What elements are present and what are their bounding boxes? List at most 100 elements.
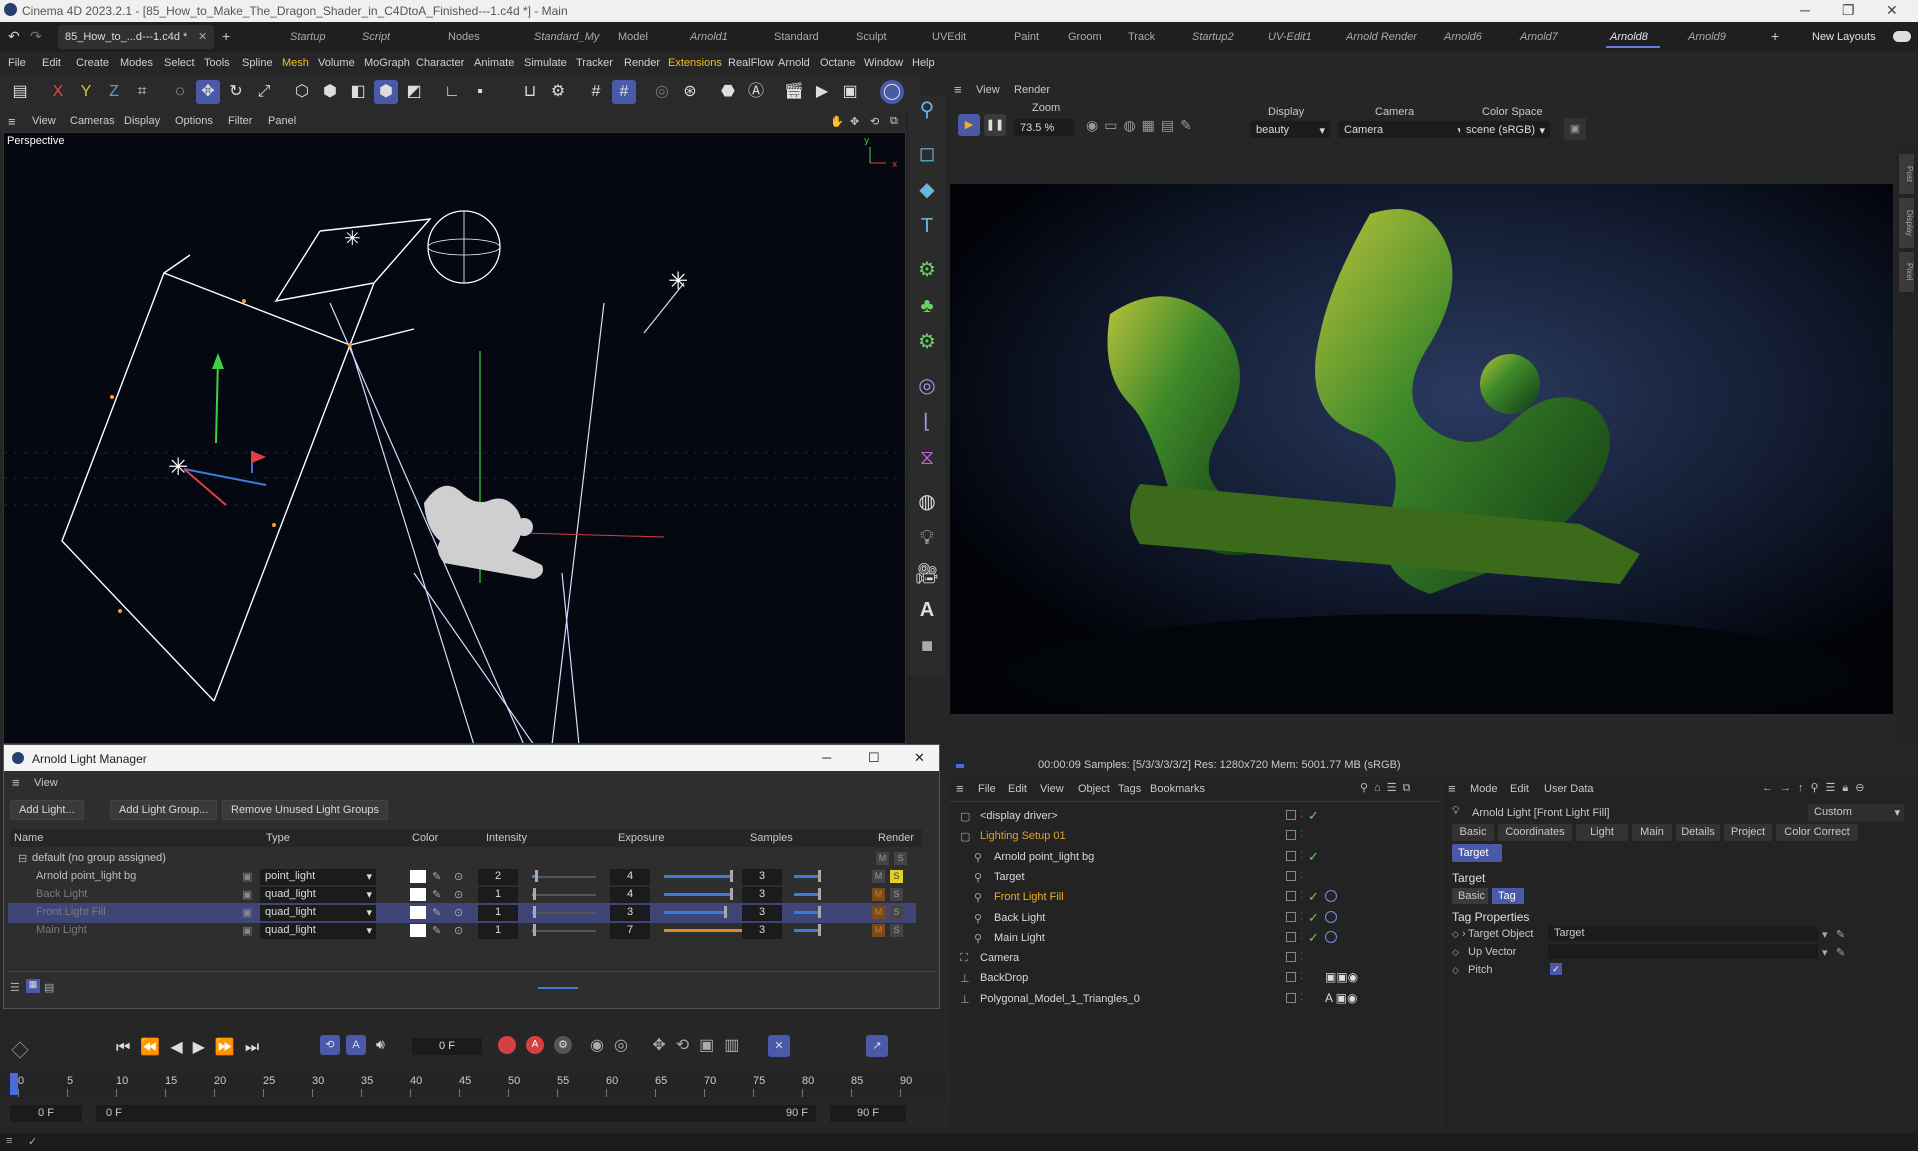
link-dropdown-icon[interactable]: ▾ xyxy=(1822,946,1828,959)
edges-mode-icon[interactable]: ⬢ xyxy=(318,80,342,104)
mute-toggle[interactable]: M xyxy=(872,870,885,883)
menu-edit[interactable]: Edit xyxy=(42,57,61,69)
pixel-tab[interactable]: Pixel xyxy=(1899,252,1914,292)
playback-controls[interactable]: ⏮⏪◀▶⏩⏭ xyxy=(116,1037,269,1057)
menu-octane[interactable]: Octane xyxy=(820,57,855,69)
solo-toggle[interactable]: S xyxy=(890,888,903,901)
expand-color-icon[interactable]: ⊙ xyxy=(454,924,463,937)
add-light-button[interactable]: Add Light... xyxy=(10,800,84,820)
layout-tab-startup2[interactable]: Startup2 xyxy=(1192,31,1234,43)
mute-toggle[interactable]: M xyxy=(872,906,885,919)
light-color-swatch[interactable] xyxy=(410,888,426,901)
render-settings-icon[interactable]: ▤ xyxy=(8,80,32,104)
end-frame-field[interactable]: 90 F xyxy=(830,1105,906,1122)
attr-tab-color-correct[interactable]: Color Correct xyxy=(1776,824,1858,841)
expand-icon[interactable]: › xyxy=(1462,928,1466,940)
target-tag-icon[interactable] xyxy=(1325,910,1337,923)
viewport-menu-panel[interactable]: Panel xyxy=(268,115,296,127)
layout-tab-arnold7[interactable]: Arnold7 xyxy=(1520,31,1558,43)
viewport-menu-filter[interactable]: Filter xyxy=(228,115,252,127)
solo-toggle[interactable]: S xyxy=(890,870,903,883)
fcurve-icon[interactable]: ↗ xyxy=(866,1035,888,1057)
visibility-dots[interactable]: ⁚ xyxy=(1300,870,1303,881)
attr-menu-mode[interactable]: Mode xyxy=(1470,783,1498,795)
layout-tab-paint[interactable]: Paint xyxy=(1014,31,1039,43)
om-menu-icon[interactable]: ≡ xyxy=(956,781,964,796)
menu-file[interactable]: File xyxy=(8,57,26,69)
mute-toggle[interactable]: M xyxy=(872,924,885,937)
om-tools[interactable]: ⚲⌂☰⧉ xyxy=(1360,781,1416,795)
light-row[interactable]: Back Light ▣ quad_light ▾ ✎ ⊙ 1 4 3 M S xyxy=(8,885,916,905)
start-frame-field[interactable]: 0 F xyxy=(10,1105,82,1122)
viewport-menu-display[interactable]: Display xyxy=(124,115,160,127)
start-render-icon[interactable]: ▶ xyxy=(958,114,980,136)
material-tag-icon[interactable]: A ▣◉ xyxy=(1325,991,1357,1005)
object-row[interactable]: ⚲ Arnold point_light bg ⁚ ✓ xyxy=(950,848,1438,868)
pick-icon[interactable]: ✎ xyxy=(1836,928,1845,941)
om-menu-tags[interactable]: Tags xyxy=(1118,783,1141,795)
coordinate-system-icon[interactable]: ⌗ xyxy=(130,80,154,104)
visibility-dots[interactable]: ⁚ xyxy=(1300,992,1303,1003)
null-object-icon[interactable]: ◻ xyxy=(912,139,942,169)
menu-character[interactable]: Character xyxy=(416,57,464,69)
samples-handle[interactable] xyxy=(818,924,821,936)
eyedropper-icon[interactable]: ✎ xyxy=(432,924,441,937)
cloner-icon[interactable]: ♣ xyxy=(912,291,942,321)
timeline-ruler[interactable]: 0 5 10 15 20 25 30 35 40 45 50 55 60 65 70 75 80 85 90 xyxy=(0,1073,945,1099)
layer-toggle[interactable] xyxy=(1286,810,1296,820)
snapshot-icon[interactable]: ▣ xyxy=(1564,118,1586,140)
visibility-dots[interactable]: ⁚ xyxy=(1300,971,1303,982)
perspective-viewport[interactable]: Perspective ✳ ✳ ✳ y x xyxy=(3,132,906,744)
intensity-field[interactable]: 1 xyxy=(478,905,518,921)
eyedropper-icon[interactable]: ✎ xyxy=(432,906,441,919)
object-row[interactable]: ⚲ Main Light ⁚ ✓ xyxy=(950,929,1438,949)
object-row[interactable]: ▢ Lighting Setup 01 ⁚ xyxy=(950,827,1438,847)
lm-view-menu[interactable]: View xyxy=(34,777,58,789)
samples-field[interactable]: 3 xyxy=(742,869,782,885)
enabled-check-icon[interactable]: ✓ xyxy=(1308,889,1319,905)
exposure-slider[interactable] xyxy=(664,875,730,878)
exposure-slider[interactable] xyxy=(664,929,742,932)
move-tool-icon[interactable]: ✥ xyxy=(196,80,220,104)
display-tab[interactable]: Display xyxy=(1899,198,1914,248)
light-row[interactable]: Front Light Fill ▣ quad_light ▾ ✎ ⊙ 1 3 3 M S xyxy=(8,903,916,923)
document-tab[interactable]: 85_How_to_...d---1.c4d * ✕ xyxy=(58,25,214,49)
z-axis-icon[interactable]: Z xyxy=(102,80,126,104)
dynamic-grid-icon[interactable]: ◎ xyxy=(650,80,674,104)
om-menu-bookmarks[interactable]: Bookmarks xyxy=(1150,783,1205,795)
render-menu-view[interactable]: View xyxy=(976,84,1000,96)
icon-size-slider[interactable] xyxy=(538,987,578,989)
maximize-view-icon[interactable]: ⧉ xyxy=(890,115,898,128)
axis-mode-icon[interactable]: ∟ xyxy=(440,80,464,104)
layer-toggle[interactable] xyxy=(1286,931,1296,942)
layout-tab-arnold9[interactable]: Arnold9 xyxy=(1688,31,1726,43)
lock-workplane-icon[interactable]: ⊛ xyxy=(678,80,702,104)
menu-realflow[interactable]: RealFlow xyxy=(728,57,774,69)
camera-dropdown[interactable]: Camera▾ xyxy=(1338,121,1468,138)
layout-tab-standard[interactable]: Standard xyxy=(774,31,819,43)
om-menu-file[interactable]: File xyxy=(978,783,996,795)
enabled-check-icon[interactable]: ✓ xyxy=(1308,930,1319,946)
object-row[interactable]: ⚲ Front Light Fill ⁚ ✓ xyxy=(950,888,1438,908)
autokey-record-icon[interactable]: A xyxy=(526,1036,544,1054)
light-group-row[interactable]: ⊟ default (no group assigned) M S xyxy=(8,849,916,869)
menu-volume[interactable]: Volume xyxy=(318,57,355,69)
attr-menu-icon[interactable]: ≡ xyxy=(1448,781,1456,796)
attr-tab-basic[interactable]: Basic xyxy=(1452,824,1494,841)
object-row[interactable]: ⚲ Back Light ⁚ ✓ xyxy=(950,909,1438,929)
subtab-basic[interactable]: Basic xyxy=(1452,888,1488,904)
pick-icon[interactable]: ✎ xyxy=(1836,946,1845,959)
cube-icon[interactable]: ◆ xyxy=(912,175,942,205)
layout-tab-sculpt[interactable]: Sculpt xyxy=(856,31,887,43)
redo-icon[interactable]: ↷ xyxy=(30,28,42,45)
intensity-handle[interactable] xyxy=(533,888,536,900)
intensity-field[interactable]: 2 xyxy=(478,869,518,885)
om-menu-object[interactable]: Object xyxy=(1078,783,1110,795)
light-type-dropdown[interactable]: quad_light ▾ xyxy=(260,887,376,903)
layer-toggle[interactable] xyxy=(1286,891,1296,902)
enabled-check-icon[interactable]: ✓ xyxy=(1308,910,1319,926)
rotate-tool-icon[interactable]: ↻ xyxy=(224,80,248,104)
menu-tracker[interactable]: Tracker xyxy=(576,57,613,69)
select-object-icon[interactable]: ⚲ xyxy=(912,95,942,125)
layout-tab-startup[interactable]: Startup xyxy=(290,31,325,43)
